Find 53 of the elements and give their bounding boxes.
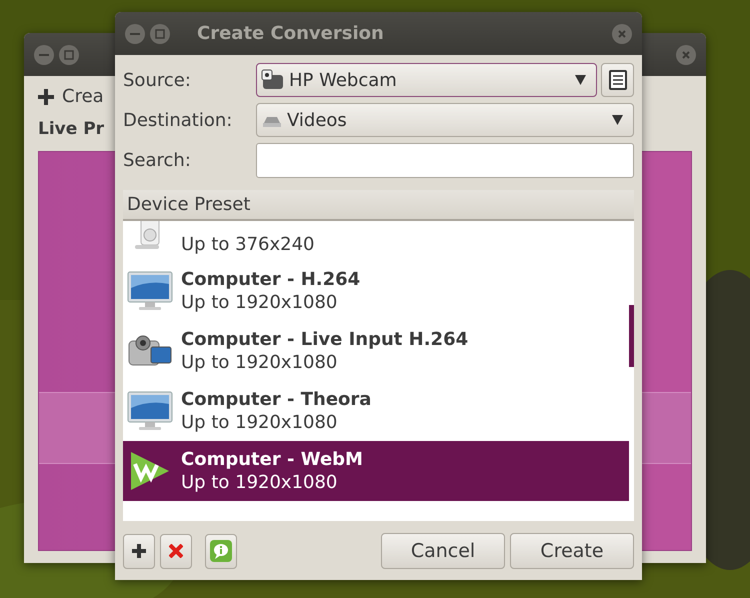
add-button[interactable] [123, 534, 155, 568]
info-button[interactable] [205, 534, 237, 568]
minimize-icon [130, 32, 140, 34]
webcam-icon [261, 69, 285, 91]
remove-button[interactable] [160, 534, 192, 568]
plus-icon [38, 88, 54, 104]
dialog-button[interactable]: Cancel [381, 533, 505, 569]
dropdown-arrow-icon [575, 75, 586, 85]
info-icon [210, 540, 232, 562]
minimize-button[interactable] [34, 44, 54, 64]
close-button[interactable] [676, 44, 696, 64]
scrollbar-thumb[interactable] [629, 305, 634, 367]
preset-resolution: Up to 1920x1080 [181, 352, 338, 373]
preset-item[interactable]: Up to 376x240 [123, 221, 629, 261]
plus-icon [132, 544, 146, 558]
dropdown-arrow-icon [612, 115, 623, 125]
maximize-button[interactable] [59, 44, 79, 64]
preset-resolution: Up to 1920x1080 [181, 292, 338, 313]
minimize-icon [39, 54, 49, 56]
preset-name: Computer - Theora [181, 389, 372, 410]
field-label: Search: [123, 150, 192, 171]
preset-resolution: Up to 1920x1080 [181, 412, 338, 433]
window-title: Create Conversion [197, 23, 384, 44]
preset-name: Computer - H.264 [181, 269, 360, 290]
preset-item[interactable]: Computer - Theora Up to 1920x1080 [123, 381, 629, 441]
preset-item[interactable]: Computer - Live Input H.264 Up to 1920x1080 [123, 321, 629, 381]
preset-item[interactable]: Computer - H.264 Up to 1920x1080 [123, 261, 629, 321]
maximize-icon [64, 50, 74, 60]
minimize-button[interactable] [125, 24, 145, 44]
maximize-icon [155, 28, 165, 38]
preset-name: Computer - Live Input H.264 [181, 329, 468, 350]
dialog-button[interactable]: Create [510, 533, 634, 569]
preset-resolution: Up to 1920x1080 [181, 472, 338, 493]
search-field[interactable] [256, 143, 634, 178]
monitor-icon [127, 390, 173, 432]
close-icon [681, 50, 691, 60]
remove-icon [169, 544, 183, 558]
section-title: Live Pr [38, 119, 104, 139]
close-icon [617, 28, 627, 38]
source-dropdown[interactable]: HP Webcam [256, 63, 597, 97]
close-button[interactable] [612, 24, 632, 44]
list-icon [608, 70, 626, 90]
maximize-button[interactable] [150, 24, 170, 44]
preset-name: Computer - WebM [181, 449, 363, 470]
monitor-icon [127, 270, 173, 312]
destination-dropdown[interactable]: Videos [256, 103, 634, 137]
field-label: Source: [123, 70, 192, 90]
field-label: Destination: [123, 110, 234, 130]
toolbar-button[interactable]: Crea [62, 86, 104, 107]
preset-resolution: Up to 376x240 [181, 234, 314, 255]
preset-item[interactable]: Computer - WebM Up to 1920x1080 [123, 441, 629, 501]
properties-button[interactable] [601, 63, 634, 97]
column-header[interactable]: Device Preset [123, 190, 634, 221]
